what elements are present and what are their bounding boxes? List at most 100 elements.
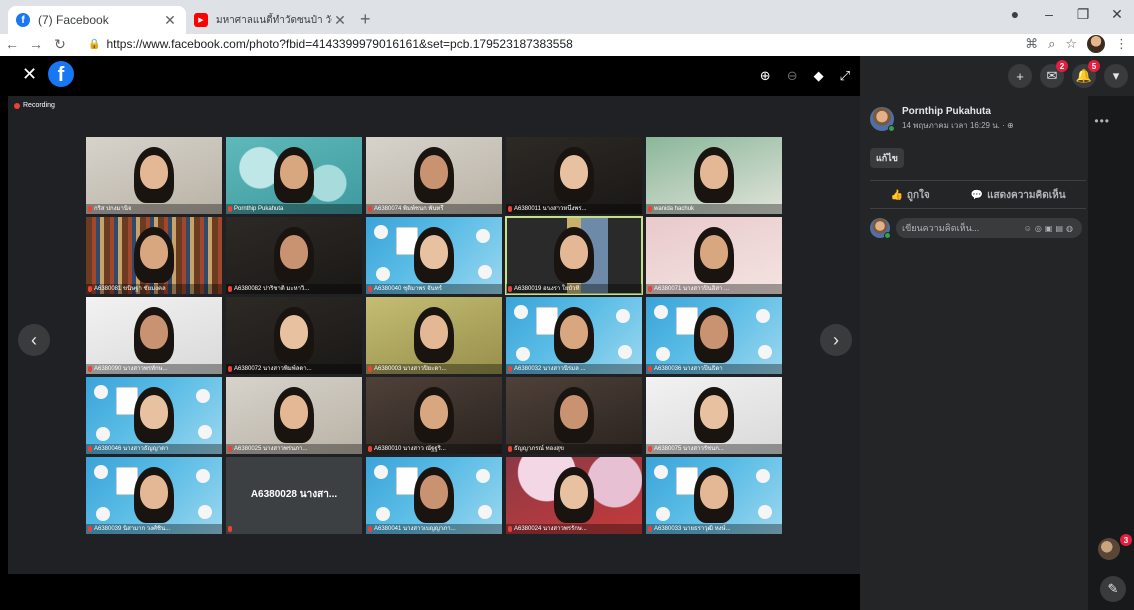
close-window-icon[interactable]: ✕ <box>1100 6 1134 23</box>
participant-tile: A6380046 นางสาวธัญญาดา <box>86 377 222 454</box>
muted-mic-icon <box>508 526 512 532</box>
participant-tile: A6380090 นางสาวพรทักษ... <box>86 297 222 374</box>
muted-mic-icon <box>368 206 372 212</box>
post-actions: 👍 ถูกใจ 💬 แสดงความคิดเห็น <box>870 188 1086 203</box>
facebook-logo-icon[interactable]: f <box>48 61 74 87</box>
medical-bubble-illustration <box>96 507 110 521</box>
tab-youtube[interactable]: ▶ มหาศาลแนตี้ทำวัดซนป๋า วัดหนองป่าพง ...… <box>186 6 356 34</box>
more-options-icon[interactable]: ••• <box>1094 114 1110 128</box>
create-plus-icon[interactable]: + <box>1008 64 1032 88</box>
youtube-favicon-icon: ▶ <box>194 13 208 27</box>
reload-icon[interactable]: ↻ <box>48 36 72 53</box>
recording-indicator: Recording <box>14 102 55 109</box>
viewer-tools: ⊕ ⊖ ◆ ⤢ <box>760 68 850 84</box>
medical-bubble-illustration <box>616 309 630 323</box>
new-tab-icon[interactable]: + <box>360 9 371 30</box>
medical-bubble-illustration <box>94 465 108 479</box>
participant-face <box>140 235 168 269</box>
muted-mic-icon <box>508 286 512 292</box>
back-icon[interactable]: ← <box>0 36 24 52</box>
muted-mic-icon <box>648 286 652 292</box>
participant-name: wanida hachuk <box>646 204 782 214</box>
chrome-menu-icon[interactable]: ⋮ <box>1115 36 1128 52</box>
comment-composer: เขียนความคิดเห็น... ☺◎▣▤◍ <box>870 218 1082 239</box>
contacts-group-avatar[interactable] <box>1098 538 1120 560</box>
muted-mic-icon <box>648 526 652 532</box>
edit-button[interactable]: แก้ไข <box>870 148 904 168</box>
participant-tile: A6380024 นางสาวพรรักษ... <box>506 457 642 534</box>
author-name[interactable]: Pornthip Pukahuta <box>902 106 1014 117</box>
muted-mic-icon <box>508 206 512 212</box>
muted-mic-icon <box>88 526 92 532</box>
medical-bubble-illustration <box>94 385 108 399</box>
medical-bubble-illustration <box>96 427 110 441</box>
comment-placeholder: เขียนความคิดเห็น... <box>902 223 980 233</box>
next-photo-button[interactable]: › <box>820 324 852 356</box>
tag-icon[interactable]: ◆ <box>814 68 824 84</box>
participant-name: A6380041 นางสาวเบญญาภา... <box>366 524 502 534</box>
address-bar: ← → ↻ 🔒 https://www.facebook.com/photo?f… <box>0 34 1134 54</box>
bookmark-star-icon[interactable]: ☆ <box>1065 36 1077 52</box>
fullscreen-icon[interactable]: ⤢ <box>840 68 850 84</box>
participant-name: A6380082 ปาริชาติ มะหาวิ... <box>226 284 362 294</box>
muted-mic-icon <box>368 446 372 452</box>
participant-name: A6380011 นางสาวหนึ่งพร... <box>506 204 642 214</box>
participant-name: A6380032 นางสาวนิรมล ... <box>506 364 642 374</box>
medical-bubble-illustration <box>374 225 388 239</box>
tab-title: (7) Facebook <box>38 13 109 27</box>
zoom-out-icon[interactable]: ⊖ <box>787 68 798 84</box>
participant-name: Pornthip Pukahuta <box>226 204 362 214</box>
profile-avatar-icon[interactable] <box>1087 35 1105 53</box>
participant-face <box>700 235 728 269</box>
medical-bubble-illustration <box>478 265 492 279</box>
close-tab-icon[interactable]: ✕ <box>332 12 348 29</box>
post-header: Pornthip Pukahuta 14 พฤษภาคม เวลา 16:29 … <box>870 106 1014 132</box>
previous-photo-button[interactable]: ‹ <box>18 324 50 356</box>
muted-mic-icon <box>228 366 232 372</box>
url-field[interactable]: 🔒 https://www.facebook.com/photo?fbid=41… <box>88 35 1018 53</box>
medical-bubble-illustration <box>516 347 530 361</box>
participant-tile: A6380075 นางสาวรัชนก... <box>646 377 782 454</box>
participant-tile: A6380028 นางสา... <box>226 457 362 534</box>
participant-face <box>140 395 168 429</box>
restore-icon[interactable]: ❐ <box>1066 6 1100 23</box>
participant-face <box>700 475 728 509</box>
medical-bubble-illustration <box>618 345 632 359</box>
author-avatar[interactable] <box>870 107 895 132</box>
notifications-bell-icon[interactable]: 🔔 5 <box>1072 60 1100 88</box>
participant-name: กริส ปกงมานิจ <box>86 204 222 214</box>
notifications-badge: 5 <box>1088 60 1100 72</box>
account-menu-icon[interactable]: ▾ <box>1104 64 1128 88</box>
messenger-badge: 2 <box>1056 60 1068 72</box>
muted-mic-icon <box>368 366 372 372</box>
comment-tools-icon[interactable]: ☺◎▣▤◍ <box>1024 224 1076 233</box>
like-button[interactable]: 👍 ถูกใจ <box>890 188 929 203</box>
translate-icon[interactable]: ⌘ <box>1025 36 1038 52</box>
minimize-icon[interactable]: – <box>1032 6 1066 23</box>
viewer-footer <box>0 574 860 610</box>
participant-face <box>560 155 588 189</box>
participant-name: A6380025 นางสาวพรนภา... <box>226 444 362 454</box>
messenger-icon[interactable]: ✉ 2 <box>1040 60 1068 88</box>
participant-name: A6380046 นางสาวธัญญาดา <box>86 444 222 454</box>
zoom-in-icon[interactable]: ⊕ <box>760 68 771 84</box>
tab-facebook[interactable]: f (7) Facebook ✕ <box>8 6 186 34</box>
close-viewer-icon[interactable]: ✕ <box>22 64 37 85</box>
close-tab-icon[interactable]: ✕ <box>162 12 178 29</box>
participant-name: A6380081 ขนิษฐา ชัยมงคล <box>86 284 222 294</box>
muted-mic-icon <box>368 526 372 532</box>
participant-face <box>280 235 308 269</box>
participant-face <box>420 155 448 189</box>
participant-name: A6380033 นายธราวุฒิ หงษ์... <box>646 524 782 534</box>
zoom-icon[interactable]: ⌕ <box>1048 36 1055 52</box>
online-status-icon <box>888 125 895 132</box>
participant-face <box>280 395 308 429</box>
chrome-menu-dot-icon[interactable]: ● <box>998 6 1032 23</box>
comment-button[interactable]: 💬 แสดงความคิดเห็น <box>971 188 1066 203</box>
new-message-icon[interactable]: ✎ <box>1100 576 1126 602</box>
comment-input[interactable]: เขียนความคิดเห็น... ☺◎▣▤◍ <box>896 218 1082 238</box>
medical-bubble-illustration <box>756 309 770 323</box>
post-date[interactable]: 14 พฤษภาคม เวลา 16:29 น. · ⊕ <box>902 119 1014 132</box>
participant-name: A6380024 นางสาวพรรักษ... <box>506 524 642 534</box>
forward-icon[interactable]: → <box>24 36 48 52</box>
